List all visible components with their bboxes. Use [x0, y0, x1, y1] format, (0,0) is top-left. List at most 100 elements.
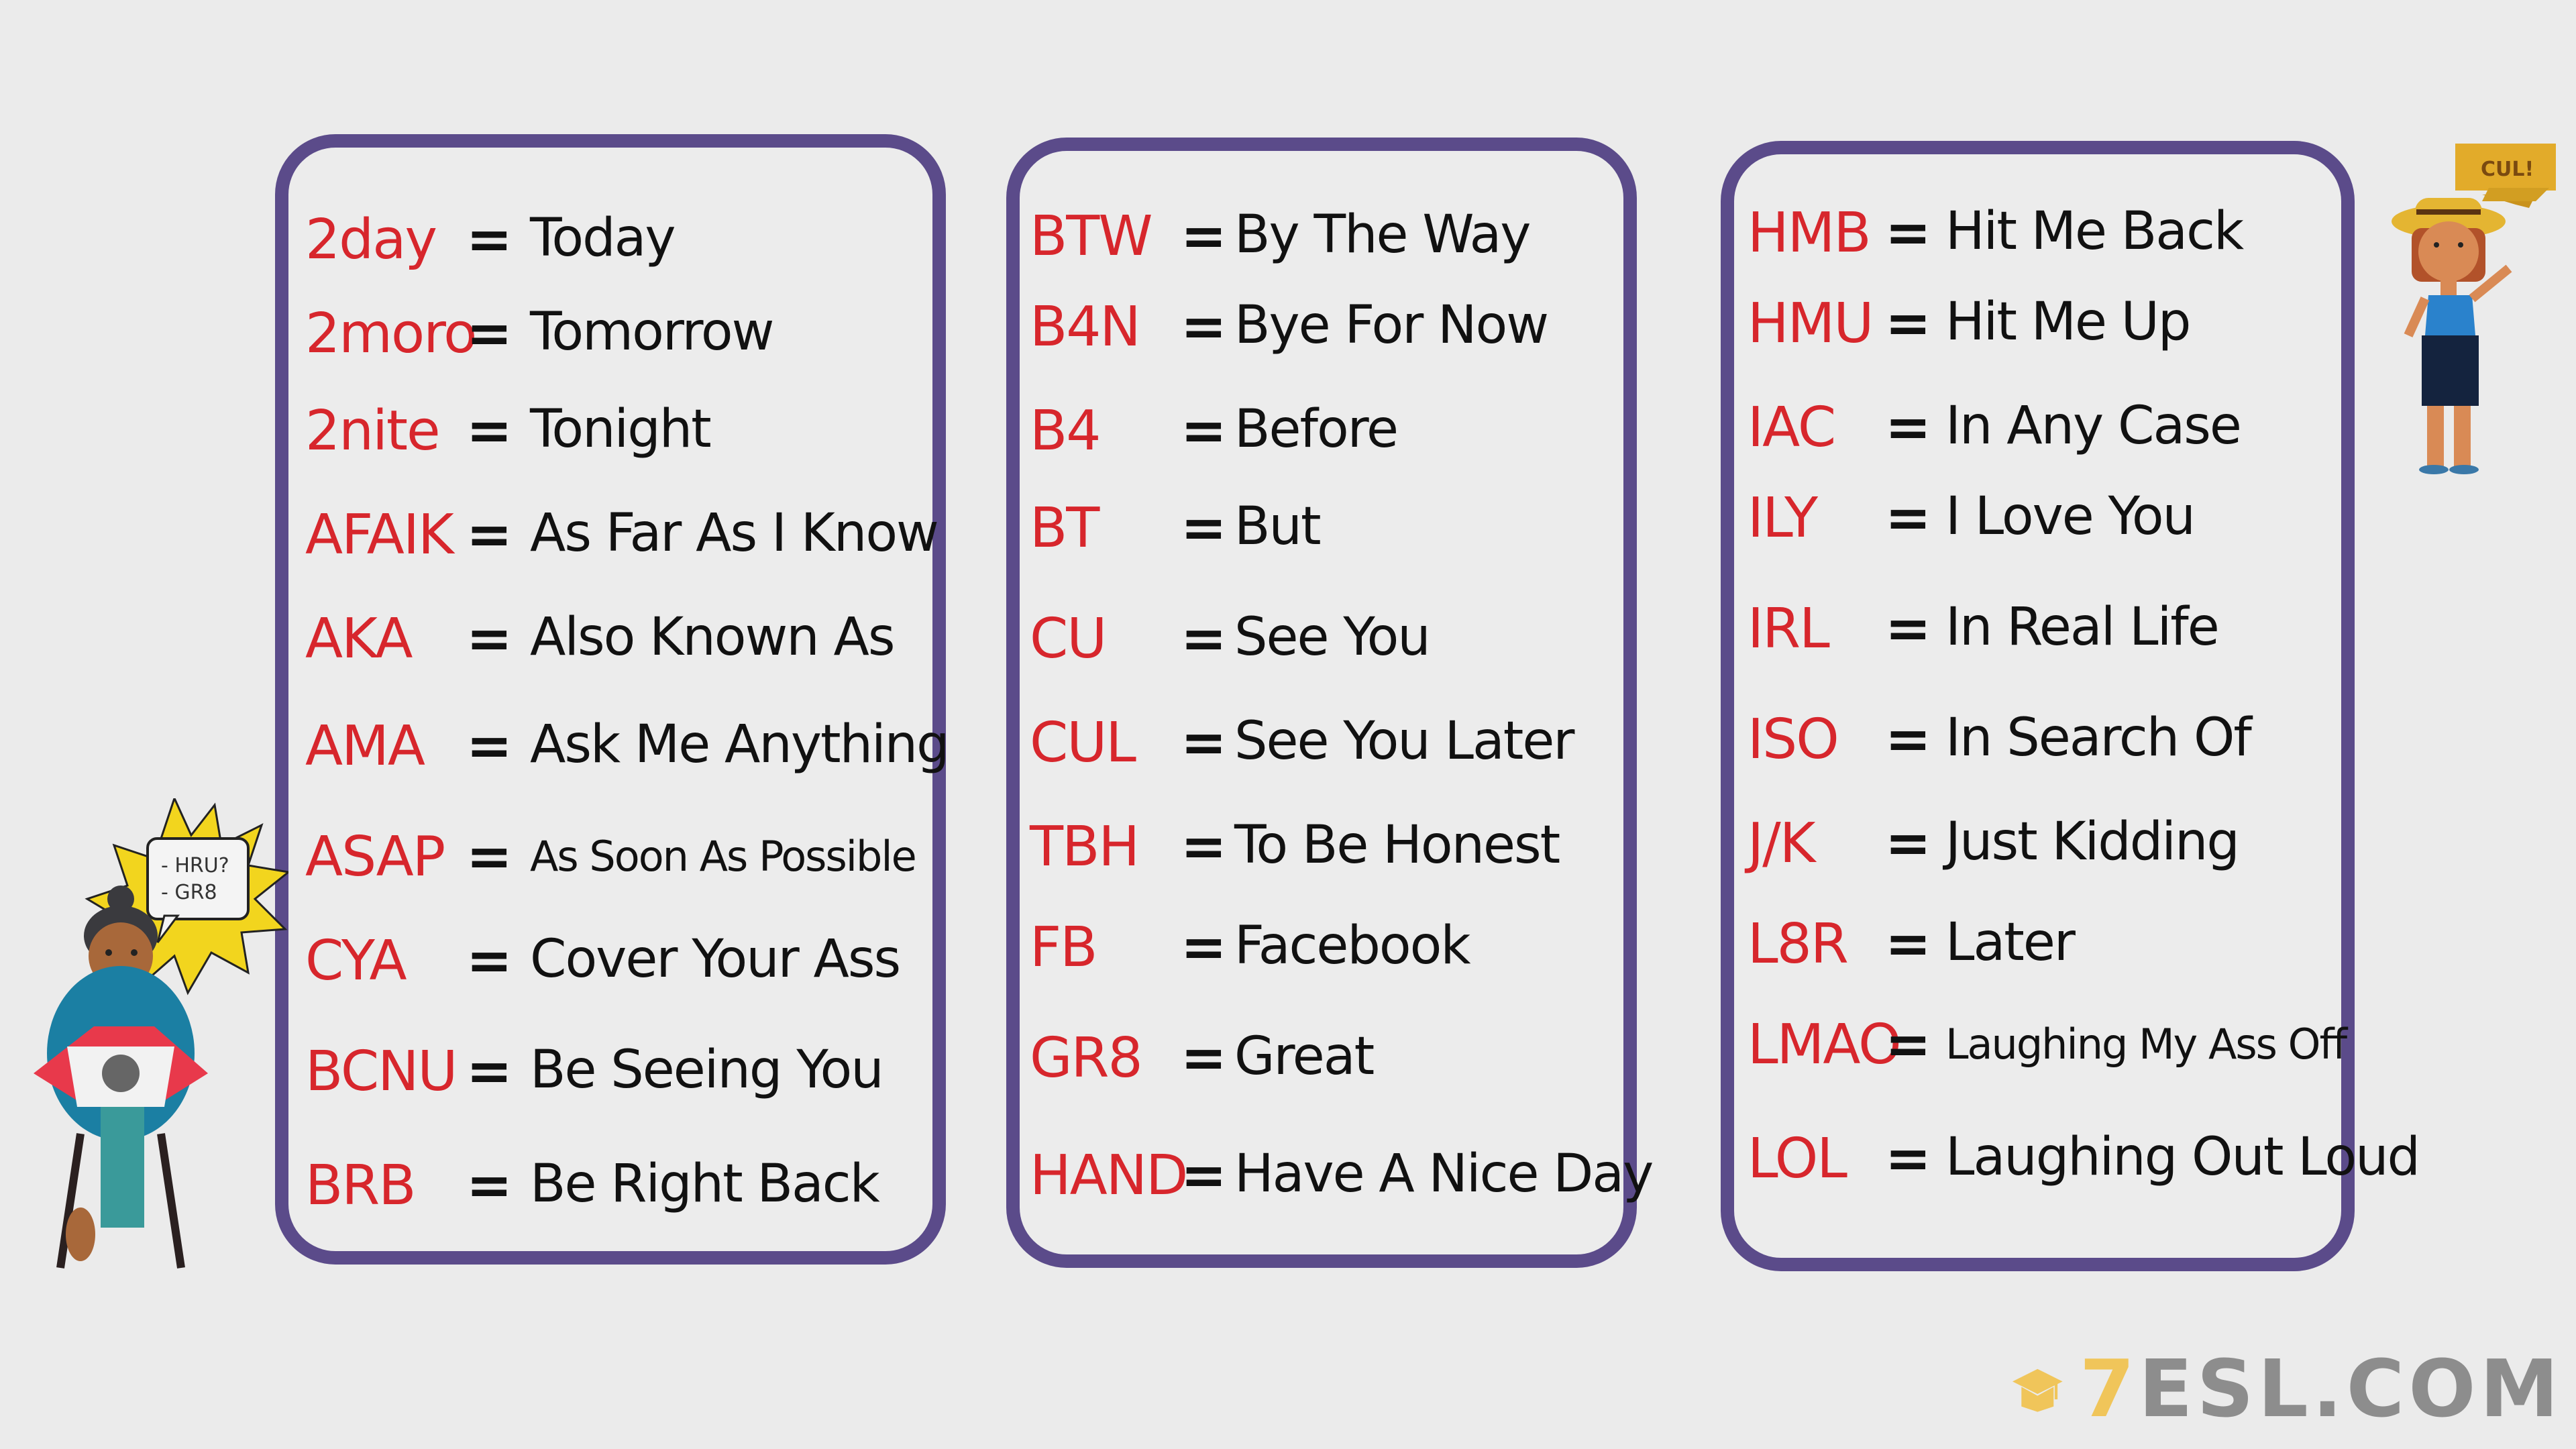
equals-sign: =	[1181, 607, 1227, 671]
equals-sign: =	[1885, 812, 1931, 875]
equals-sign: =	[466, 1154, 513, 1218]
equals-sign: =	[1885, 201, 1931, 265]
meaning: See You	[1234, 607, 1431, 667]
abbreviation: LOL	[1748, 1127, 1847, 1191]
abbreviation: IRL	[1748, 597, 1830, 661]
meaning: Great	[1234, 1026, 1375, 1087]
meaning: Hit Me Back	[1945, 201, 2244, 262]
abbreviation: ILY	[1748, 486, 1818, 550]
abbreviation: BRB	[305, 1154, 416, 1218]
speech-line-1: - HRU?	[161, 854, 229, 877]
equals-sign: =	[1181, 815, 1227, 879]
meaning: Hit Me Up	[1945, 292, 2191, 352]
equals-sign: =	[466, 302, 513, 366]
logo-seven: 7	[2079, 1342, 2139, 1435]
equals-sign: =	[1181, 496, 1227, 560]
equals-sign: =	[1181, 916, 1227, 979]
equals-sign: =	[466, 503, 513, 567]
abbreviation: CU	[1030, 607, 1107, 671]
meaning: Be Right Back	[530, 1154, 880, 1214]
meaning: Bye For Now	[1234, 295, 1549, 356]
logo-text: 7ESL.COM	[2080, 1342, 2563, 1435]
meaning: As Far As I Know	[530, 503, 939, 564]
abbreviation: BCNU	[305, 1040, 458, 1104]
equals-sign: =	[1885, 396, 1931, 460]
meaning: Laughing My Ass Off	[1945, 1020, 2347, 1069]
abbreviation: ASAP	[305, 825, 445, 889]
meaning: Tomorrow	[530, 302, 774, 362]
abbreviation: 2moro	[305, 302, 477, 366]
meaning: See You Later	[1234, 711, 1574, 771]
abbreviation: L8R	[1748, 912, 1849, 976]
speech-line-2: - GR8	[161, 881, 217, 904]
equals-sign: =	[1181, 1026, 1227, 1090]
meaning: Be Seeing You	[530, 1040, 884, 1100]
abbreviation: 2nite	[305, 399, 441, 463]
equals-sign: =	[466, 825, 513, 889]
meaning: But	[1234, 496, 1322, 557]
meaning: To Be Honest	[1234, 815, 1560, 875]
abbreviation: B4	[1030, 399, 1101, 463]
girl-with-hat-illustration: CUL!	[2392, 144, 2556, 474]
graduation-cap-icon	[2012, 1368, 2063, 1412]
equals-sign: =	[1181, 205, 1227, 268]
meaning: I Love You	[1945, 486, 2196, 547]
equals-sign: =	[466, 1040, 513, 1104]
meaning: In Real Life	[1945, 597, 2220, 657]
equals-sign: =	[1181, 1144, 1227, 1208]
equals-sign: =	[1885, 708, 1931, 771]
equals-sign: =	[466, 208, 513, 272]
equals-sign: =	[1181, 711, 1227, 775]
abbreviation: J/K	[1748, 812, 1816, 875]
equals-sign: =	[466, 929, 513, 993]
abbreviation: BTW	[1030, 205, 1152, 268]
abbreviation: FB	[1030, 916, 1097, 979]
meaning: Cover Your Ass	[530, 929, 901, 989]
abbreviation: LMAO	[1748, 1013, 1902, 1077]
logo-word: ESL.COM	[2139, 1342, 2563, 1435]
abbreviation: AFAIK	[305, 503, 454, 567]
abbreviation: CYA	[305, 929, 407, 993]
abbreviation: B4N	[1030, 295, 1141, 359]
abbreviation: GR8	[1030, 1026, 1143, 1090]
equals-sign: =	[1181, 295, 1227, 359]
equals-sign: =	[466, 399, 513, 463]
meaning: Today	[530, 208, 676, 268]
abbreviation: TBH	[1030, 815, 1140, 879]
meaning: Tonight	[530, 399, 712, 460]
meaning: Ask Me Anything	[530, 714, 950, 775]
girl-with-laptop-illustration: - HRU? - GR8	[34, 798, 288, 1269]
abbreviation: ISO	[1748, 708, 1839, 771]
meaning: By The Way	[1234, 205, 1531, 265]
abbreviation: HAND	[1030, 1144, 1188, 1208]
meaning: In Search Of	[1945, 708, 2252, 768]
equals-sign: =	[466, 714, 513, 778]
meaning: Laughing Out Loud	[1945, 1127, 2420, 1187]
person-icon	[2392, 198, 2512, 474]
equals-sign: =	[1885, 1013, 1931, 1077]
equals-sign: =	[1885, 597, 1931, 661]
abbreviation: HMB	[1748, 201, 1872, 265]
meaning: As Soon As Possible	[530, 832, 917, 881]
abbreviation: IAC	[1748, 396, 1836, 460]
7esl-logo: 7ESL.COM	[2012, 1342, 2563, 1436]
abbreviation: BT	[1030, 496, 1099, 560]
abbreviation: HMU	[1748, 292, 1874, 356]
meaning: Have A Nice Day	[1234, 1144, 1654, 1204]
equals-sign: =	[1885, 1127, 1931, 1191]
equals-sign: =	[1885, 486, 1931, 550]
equals-sign: =	[1885, 912, 1931, 976]
meaning: Before	[1234, 399, 1399, 460]
banner-text: CUL!	[2481, 158, 2534, 181]
equals-sign: =	[1885, 292, 1931, 356]
equals-sign: =	[1181, 399, 1227, 463]
meaning: Also Known As	[530, 607, 896, 667]
meaning: Later	[1945, 912, 2076, 973]
meaning: Just Kidding	[1945, 812, 2240, 872]
abbreviation: CUL	[1030, 711, 1136, 775]
abbreviation: AKA	[305, 607, 413, 671]
meaning: In Any Case	[1945, 396, 2242, 456]
abbreviation: AMA	[305, 714, 425, 778]
abbreviation: 2day	[305, 208, 437, 272]
meaning: Facebook	[1234, 916, 1471, 976]
